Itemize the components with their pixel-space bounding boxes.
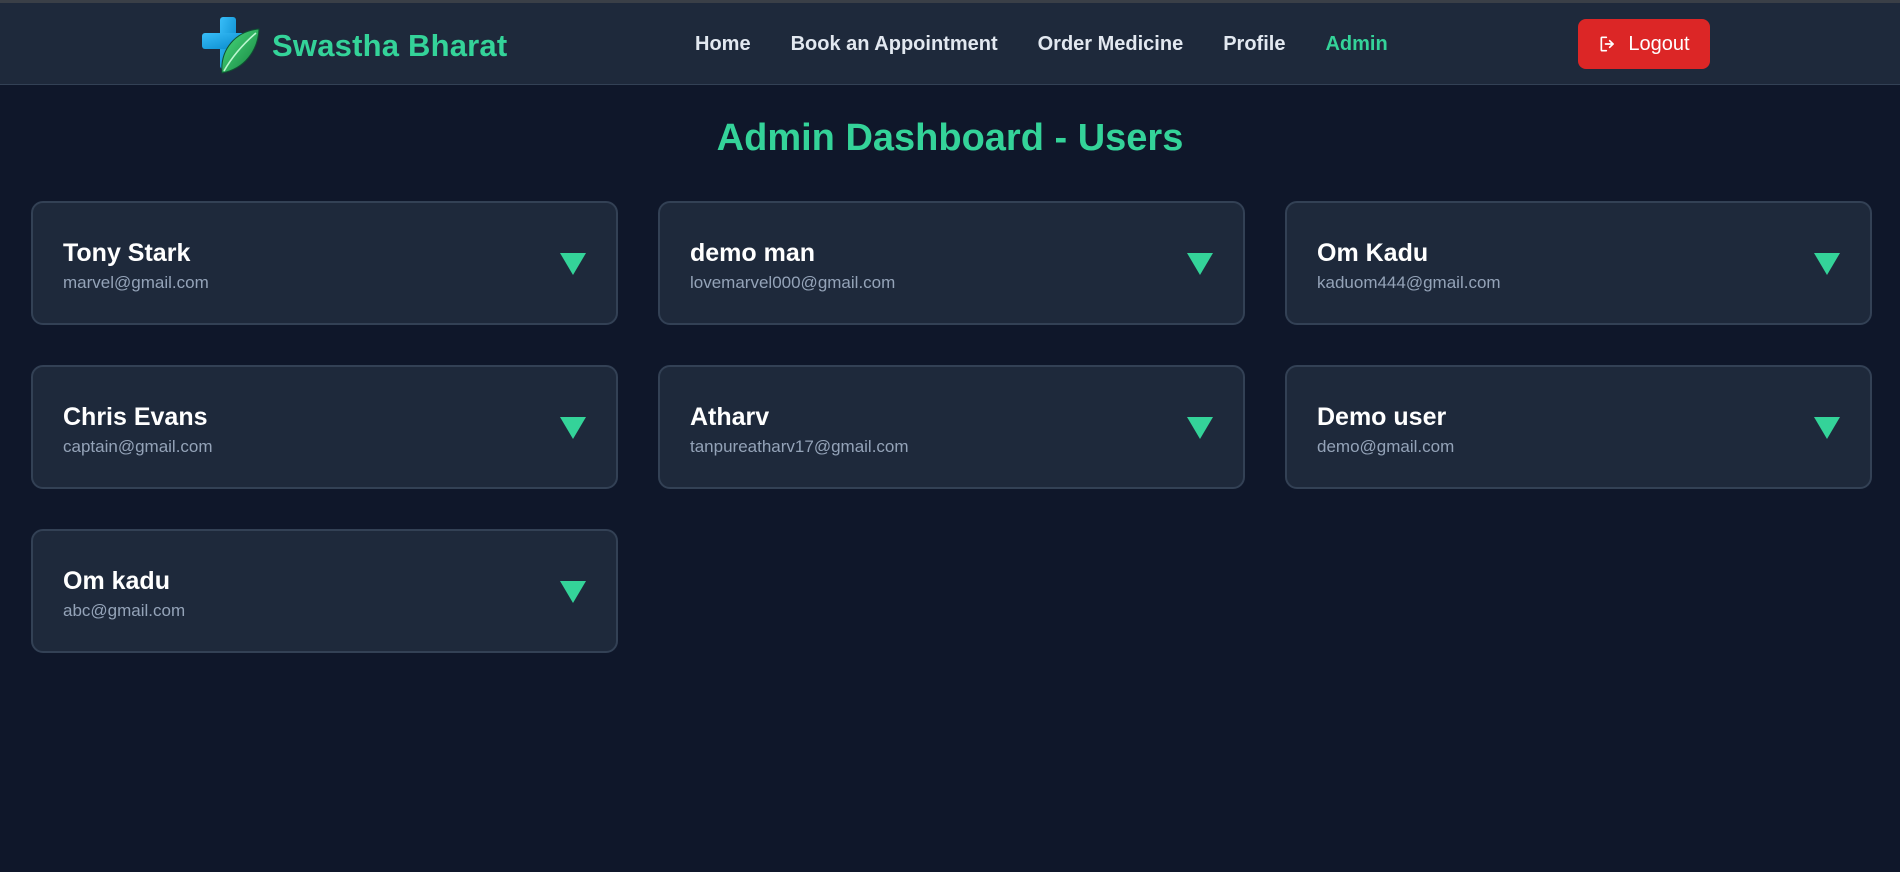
nav-book-appointment[interactable]: Book an Appointment xyxy=(791,33,998,56)
user-card[interactable]: demo man lovemarvel000@gmail.com xyxy=(658,201,1245,325)
expand-triangle-icon[interactable] xyxy=(1187,253,1213,275)
user-name: demo man xyxy=(690,239,816,267)
user-name: Tony Stark xyxy=(63,239,191,267)
brand-name: Swastha Bharat xyxy=(272,28,508,63)
user-card[interactable]: Demo user demo@gmail.com xyxy=(1285,365,1872,489)
logout-button[interactable]: Logout xyxy=(1578,19,1710,69)
expand-triangle-icon[interactable] xyxy=(1187,417,1213,439)
user-email: tanpureatharv17@gmail.com xyxy=(690,437,909,456)
medical-cross-leaf-icon xyxy=(202,15,260,77)
user-name: Demo user xyxy=(1317,403,1447,431)
nav-links: Home Book an Appointment Order Medicine … xyxy=(695,3,1428,85)
expand-triangle-icon[interactable] xyxy=(560,417,586,439)
user-card[interactable]: Tony Stark marvel@gmail.com xyxy=(31,201,618,325)
logout-label: Logout xyxy=(1628,32,1690,55)
nav-admin[interactable]: Admin xyxy=(1325,33,1387,56)
expand-triangle-icon[interactable] xyxy=(1814,417,1840,439)
user-card[interactable]: Chris Evans captain@gmail.com xyxy=(31,365,618,489)
logout-icon xyxy=(1600,36,1615,52)
nav-home[interactable]: Home xyxy=(695,33,751,56)
user-email: lovemarvel000@gmail.com xyxy=(690,273,896,292)
user-email: demo@gmail.com xyxy=(1317,437,1455,456)
expand-triangle-icon[interactable] xyxy=(1814,253,1840,275)
user-email: marvel@gmail.com xyxy=(63,273,209,292)
user-card[interactable]: Om kadu abc@gmail.com xyxy=(31,529,618,653)
user-name: Om kadu xyxy=(63,567,170,595)
brand[interactable]: Swastha Bharat xyxy=(202,15,507,77)
navbar: Swastha Bharat Home Book an Appointment … xyxy=(0,3,1900,85)
user-name: Chris Evans xyxy=(63,403,208,431)
user-card[interactable]: Om Kadu kaduom444@gmail.com xyxy=(1285,201,1872,325)
expand-triangle-icon[interactable] xyxy=(560,253,586,275)
user-email: kaduom444@gmail.com xyxy=(1317,273,1501,292)
user-card[interactable]: Atharv tanpureatharv17@gmail.com xyxy=(658,365,1245,489)
user-name: Atharv xyxy=(690,403,770,431)
expand-triangle-icon[interactable] xyxy=(560,581,586,603)
user-name: Om Kadu xyxy=(1317,239,1429,267)
user-email: abc@gmail.com xyxy=(63,601,186,620)
page-title: Admin Dashboard - Users xyxy=(716,117,1184,159)
user-email: captain@gmail.com xyxy=(63,437,213,456)
nav-profile[interactable]: Profile xyxy=(1223,33,1285,56)
nav-order-medicine[interactable]: Order Medicine xyxy=(1038,33,1184,56)
